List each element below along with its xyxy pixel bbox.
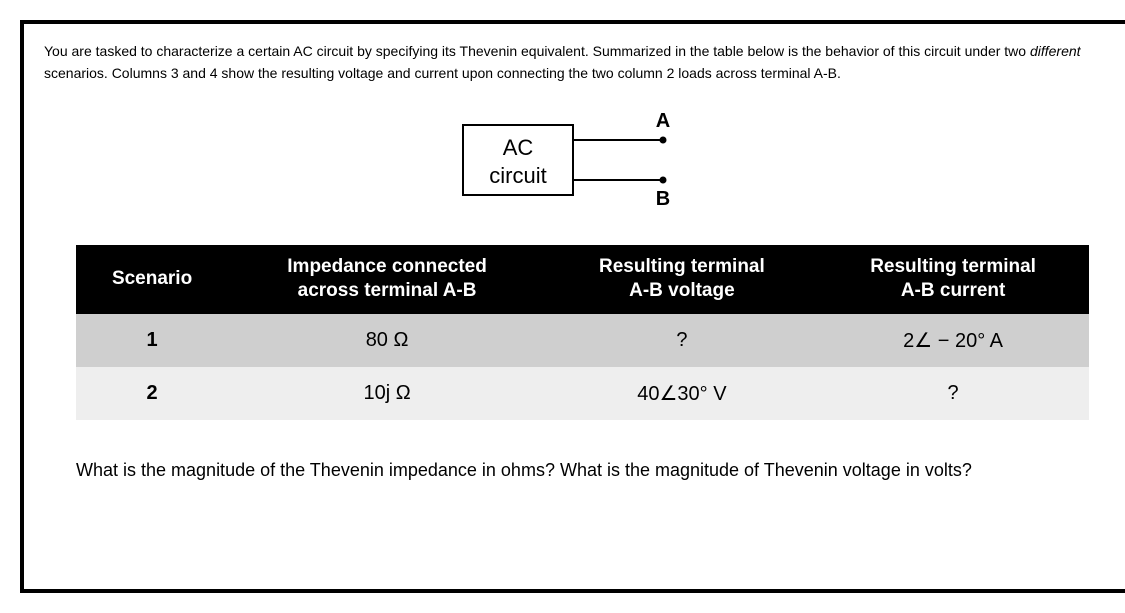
cell-current: 2∠ − 20° A xyxy=(817,314,1088,367)
question-text: What is the magnitude of the Thevenin im… xyxy=(76,460,1121,481)
header-impedance: Impedance connected across terminal A-B xyxy=(228,245,546,314)
intro-text: You are tasked to characterize a certain… xyxy=(44,40,1121,85)
table-row: 2 10j Ω 40∠30° V ? xyxy=(76,367,1088,420)
cell-current: ? xyxy=(817,367,1088,420)
table-row: 1 80 Ω ? 2∠ − 20° A xyxy=(76,314,1088,367)
cell-voltage: ? xyxy=(546,314,817,367)
header-current: Resulting terminal A-B current xyxy=(817,245,1088,314)
circuit-diagram: AC circuit A B xyxy=(44,105,1121,215)
cell-scenario: 2 xyxy=(76,367,228,420)
cell-impedance: 80 Ω xyxy=(228,314,546,367)
diagram-svg: AC circuit A B xyxy=(453,105,713,215)
cell-impedance: 10j Ω xyxy=(228,367,546,420)
terminal-a-label: A xyxy=(655,110,669,132)
header-scenario: Scenario xyxy=(76,245,228,314)
cell-scenario: 1 xyxy=(76,314,228,367)
problem-frame: You are tasked to characterize a certain… xyxy=(20,20,1125,593)
header-voltage: Resulting terminal A-B voltage xyxy=(546,245,817,314)
box-label-2: circuit xyxy=(489,163,546,188)
cell-voltage: 40∠30° V xyxy=(546,367,817,420)
intro-line2-rest: scenarios. Columns 3 and 4 show the resu… xyxy=(44,65,841,81)
terminal-b-label: B xyxy=(655,188,669,210)
scenario-table: Scenario Impedance connected across term… xyxy=(76,245,1088,420)
intro-line1: You are tasked to characterize a certain… xyxy=(44,43,1030,59)
box-label-1: AC xyxy=(502,135,533,160)
intro-italic: different xyxy=(1030,43,1081,59)
